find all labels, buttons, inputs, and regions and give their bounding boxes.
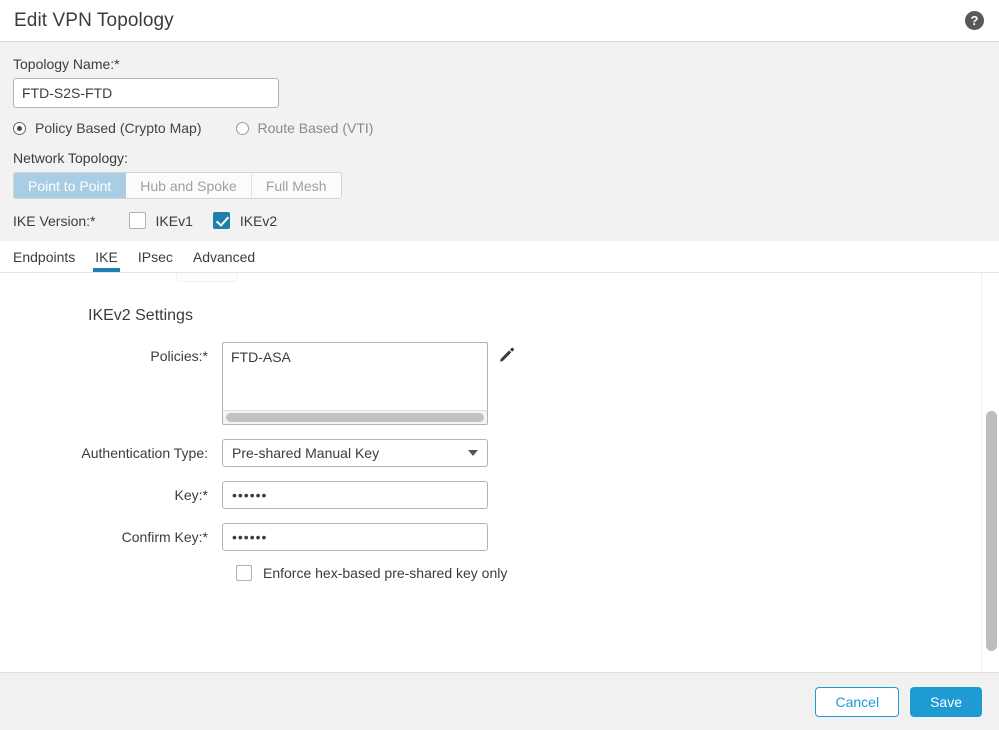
segment-point-to-point[interactable]: Point to Point xyxy=(14,173,127,198)
ikev2-settings-panel: IKEv2 Settings Policies:* FTD-ASA Authen… xyxy=(0,273,981,672)
radio-label-policy-based: Policy Based (Crypto Map) xyxy=(35,120,202,136)
authentication-type-select[interactable]: Pre-shared Manual Key xyxy=(222,439,488,467)
policies-scrollbar-thumb[interactable] xyxy=(226,413,484,422)
policies-list-item: FTD-ASA xyxy=(231,349,291,365)
edit-vpn-topology-dialog: Edit VPN Topology ? Topology Name:* Poli… xyxy=(0,0,999,730)
checkbox-label-ikev2: IKEv2 xyxy=(239,212,278,229)
policies-row: Policies:* FTD-ASA xyxy=(0,342,981,425)
network-topology-label: Network Topology: xyxy=(13,150,128,166)
dialog-header: Edit VPN Topology ? xyxy=(0,0,999,42)
radio-icon-route-based xyxy=(235,121,249,135)
segment-full-mesh[interactable]: Full Mesh xyxy=(251,173,341,198)
authentication-type-row: Authentication Type: Pre-shared Manual K… xyxy=(0,439,981,467)
segment-hub-and-spoke[interactable]: Hub and Spoke xyxy=(126,173,252,198)
enforce-hex-checkbox-row[interactable]: Enforce hex-based pre-shared key only xyxy=(236,565,981,581)
authentication-type-label: Authentication Type: xyxy=(81,445,208,461)
checkbox-icon-ikev2 xyxy=(212,212,230,229)
topology-settings-form: Topology Name:* Policy Based (Crypto Map… xyxy=(0,42,999,241)
policies-label: Policies:* xyxy=(150,348,208,364)
checkbox-ikev1[interactable]: IKEv1 xyxy=(128,212,193,229)
enforce-hex-label: Enforce hex-based pre-shared key only xyxy=(263,565,508,581)
tab-advanced[interactable]: Advanced xyxy=(183,249,265,272)
topology-name-input[interactable] xyxy=(13,78,279,108)
content-vertical-scrollbar[interactable] xyxy=(981,273,999,672)
vpn-type-radio-group: Policy Based (Crypto Map) Route Based (V… xyxy=(0,108,999,136)
confirm-key-label: Confirm Key:* xyxy=(121,529,208,545)
radio-icon-policy-based xyxy=(13,121,26,135)
authentication-type-value: Pre-shared Manual Key xyxy=(232,445,380,461)
pencil-icon[interactable] xyxy=(498,346,515,363)
ike-version-row: IKE Version:* IKEv1 IKEv2 xyxy=(0,199,999,241)
tab-ike[interactable]: IKE xyxy=(85,249,128,272)
network-topology-segmented-control: Point to Point Hub and Spoke Full Mesh xyxy=(13,172,342,199)
tab-ipsec[interactable]: IPsec xyxy=(128,249,183,272)
radio-policy-based[interactable]: Policy Based (Crypto Map) xyxy=(13,120,202,136)
policies-list-box[interactable]: FTD-ASA xyxy=(222,342,488,425)
tab-endpoints[interactable]: Endpoints xyxy=(13,249,85,272)
confirm-key-row: Confirm Key:* xyxy=(0,523,981,551)
chevron-down-icon xyxy=(468,450,478,456)
section-title-ikev2-settings: IKEv2 Settings xyxy=(88,307,193,324)
dialog-footer: Cancel Save xyxy=(0,672,999,730)
key-row: Key:* xyxy=(0,481,981,509)
radio-label-route-based: Route Based (VTI) xyxy=(257,120,374,136)
confirm-key-input[interactable] xyxy=(222,523,488,551)
save-button[interactable]: Save xyxy=(910,686,982,717)
content-scrollbar-thumb[interactable] xyxy=(986,411,997,651)
topology-name-label: Topology Name:* xyxy=(13,56,120,72)
checkbox-label-ikev1: IKEv1 xyxy=(155,212,193,229)
key-input[interactable] xyxy=(222,481,488,509)
cancel-button[interactable]: Cancel xyxy=(815,686,900,717)
checkbox-icon-enforce-hex xyxy=(236,565,252,581)
page-title: Edit VPN Topology xyxy=(14,9,174,31)
help-circle-icon[interactable]: ? xyxy=(965,11,984,30)
radio-route-based[interactable]: Route Based (VTI) xyxy=(235,120,374,136)
key-label: Key:* xyxy=(174,487,208,503)
tab-bar: Endpoints IKE IPsec Advanced xyxy=(0,241,999,272)
checkbox-icon-ikev1 xyxy=(128,212,146,229)
ike-version-label: IKE Version:* xyxy=(13,212,96,229)
tab-content-scroll-area: IKEv2 Settings Policies:* FTD-ASA Authen… xyxy=(0,272,999,672)
policies-horizontal-scrollbar[interactable] xyxy=(223,410,487,424)
checkbox-ikev2[interactable]: IKEv2 xyxy=(212,212,278,229)
